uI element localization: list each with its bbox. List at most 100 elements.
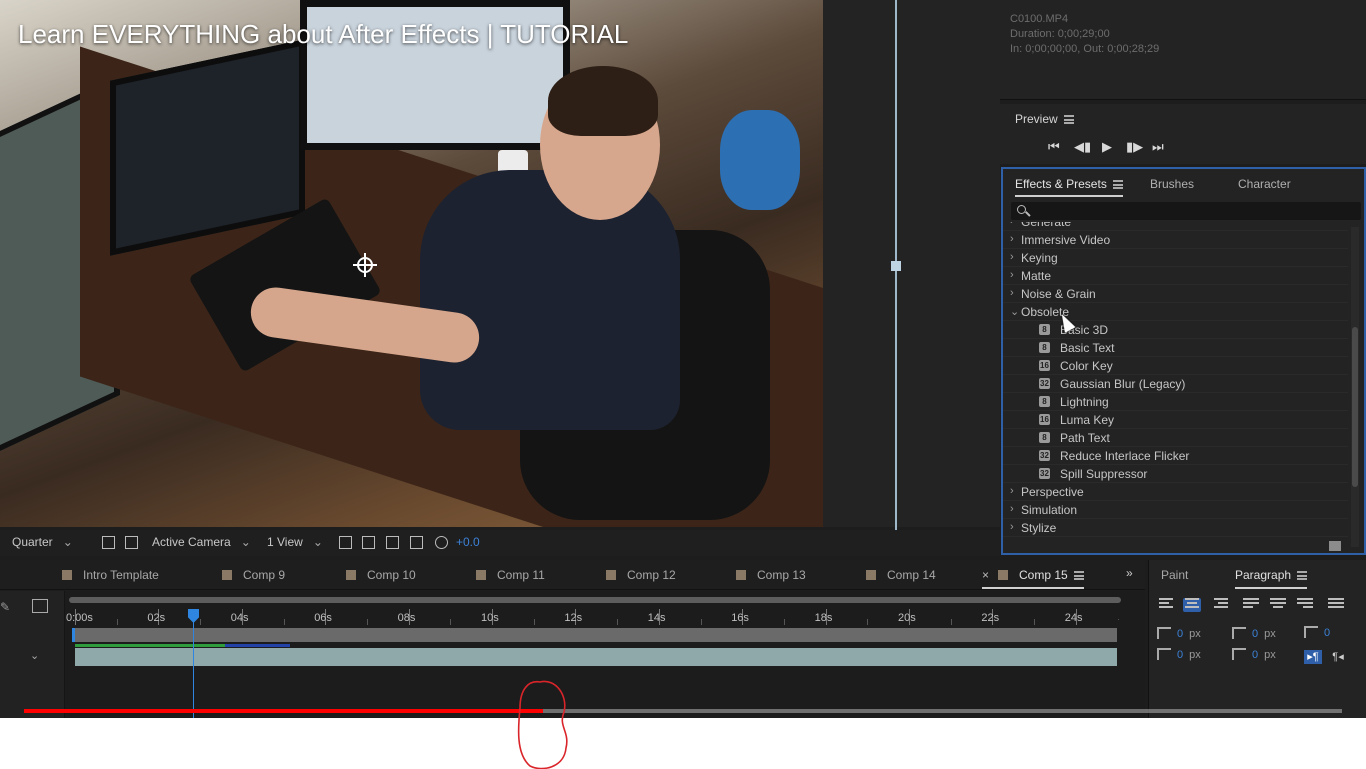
chevron-right-icon[interactable]: ›: [1010, 251, 1014, 263]
scrollbar-thumb[interactable]: [1352, 327, 1358, 487]
effect-item[interactable]: 16 Color Key: [1003, 357, 1348, 375]
play-icon[interactable]: ▶: [1102, 139, 1112, 155]
tab-comp[interactable]: × Comp 15: [982, 568, 1084, 589]
align-right-button[interactable]: [1210, 598, 1228, 612]
chevron-down-icon[interactable]: ⌄: [30, 649, 39, 662]
tab-comp[interactable]: Comp 10: [346, 568, 416, 582]
transparency-grid-icon[interactable]: [125, 536, 138, 549]
effects-search[interactable]: [1011, 202, 1361, 220]
effect-item[interactable]: 8 Path Text: [1003, 429, 1348, 447]
indent-left-value[interactable]: 0: [1177, 628, 1183, 640]
camera-dropdown[interactable]: Active Camera: [152, 535, 251, 549]
pixel-aspect-icon[interactable]: [339, 536, 352, 549]
reset-exposure-icon[interactable]: [435, 536, 448, 549]
anchor-point-icon[interactable]: [353, 253, 377, 277]
ltr-direction-icon[interactable]: ▸¶: [1304, 650, 1322, 664]
effect-item[interactable]: 32 Spill Suppressor: [1003, 465, 1348, 483]
justify-last-right-button[interactable]: [1297, 598, 1315, 612]
tab-comp[interactable]: Comp 9: [222, 568, 285, 582]
time-ruler[interactable]: 0:00s 02s 04s 06s 08s 10s 12s 14s 16s 18s 20s 22s 24…: [66, 597, 1125, 627]
new-item-icon[interactable]: [1329, 541, 1341, 551]
tab-comp[interactable]: Comp 13: [736, 568, 806, 582]
layer-handle[interactable]: [891, 261, 901, 271]
layer-bar[interactable]: [75, 648, 1123, 666]
flowchart-icon[interactable]: [410, 536, 423, 549]
effect-category[interactable]: › Immersive Video: [1003, 231, 1348, 249]
chevron-right-icon[interactable]: ›: [1010, 485, 1014, 497]
chevron-right-icon[interactable]: ›: [1010, 503, 1014, 515]
panel-menu-icon[interactable]: [1063, 115, 1074, 125]
last-frame-icon[interactable]: ⏭: [1152, 139, 1164, 155]
more-tabs-icon[interactable]: »: [1126, 566, 1133, 580]
effects-search-input[interactable]: [1035, 202, 1345, 220]
region-of-interest-icon[interactable]: [102, 536, 115, 549]
chevron-right-icon[interactable]: ›: [1010, 269, 1014, 281]
first-line-indent-value[interactable]: 0: [1324, 627, 1330, 639]
effect-category[interactable]: › Noise & Grain: [1003, 285, 1348, 303]
align-center-button[interactable]: [1183, 598, 1201, 612]
preview-panel-title[interactable]: Preview: [1015, 112, 1074, 126]
justify-last-center-button[interactable]: [1270, 598, 1288, 612]
align-left-button[interactable]: [1159, 598, 1177, 612]
indent-right-value[interactable]: 0: [1177, 649, 1183, 661]
work-area-bar[interactable]: [69, 597, 1121, 603]
tab-brushes[interactable]: Brushes: [1150, 177, 1194, 191]
tab-comp[interactable]: Comp 11: [476, 568, 545, 582]
justify-last-left-button[interactable]: [1243, 598, 1261, 612]
video-progress-bar[interactable]: [24, 709, 1342, 713]
effect-item[interactable]: 16 Luma Key: [1003, 411, 1348, 429]
effect-item[interactable]: 8 Basic Text: [1003, 339, 1348, 357]
close-icon[interactable]: ×: [982, 568, 989, 582]
justify-all-button[interactable]: [1328, 598, 1346, 612]
exposure-value[interactable]: +0.0: [456, 535, 480, 549]
tab-comp[interactable]: Comp 12: [606, 568, 676, 582]
chevron-right-icon[interactable]: ›: [1010, 287, 1014, 299]
effect-category[interactable]: › Perspective: [1003, 483, 1348, 501]
brush-icon[interactable]: ✎: [0, 600, 10, 614]
space-before-value[interactable]: 0: [1252, 628, 1258, 640]
effect-item[interactable]: 8 Lightning: [1003, 393, 1348, 411]
effect-category[interactable]: › Generate: [1003, 222, 1348, 231]
tab-comp[interactable]: Intro Template: [62, 568, 159, 582]
first-line-indent-field[interactable]: 0: [1304, 626, 1336, 639]
chevron-right-icon[interactable]: ›: [1010, 233, 1014, 245]
view-layout-dropdown[interactable]: 1 View: [267, 535, 323, 549]
panel-menu-icon[interactable]: [1073, 571, 1084, 581]
space-after-field[interactable]: 0 px: [1232, 648, 1276, 661]
tab-paragraph[interactable]: Paragraph: [1235, 568, 1308, 589]
effect-category[interactable]: › Keying: [1003, 249, 1348, 267]
video-title[interactable]: Learn EVERYTHING about After Effects | T…: [18, 19, 628, 50]
effect-category[interactable]: › Simulation: [1003, 501, 1348, 519]
indent-left-field[interactable]: 0 px: [1157, 627, 1201, 640]
chevron-right-icon[interactable]: ›: [1010, 521, 1014, 533]
comp-duration-bar[interactable]: [72, 628, 1122, 642]
space-before-field[interactable]: 0 px: [1232, 627, 1276, 640]
fast-previews-icon[interactable]: [362, 536, 375, 549]
next-frame-icon[interactable]: ▮▶: [1126, 139, 1143, 155]
indent-right-field[interactable]: 0 px: [1157, 648, 1201, 661]
first-frame-icon[interactable]: ⏮: [1048, 139, 1060, 155]
video-frame[interactable]: Learn EVERYTHING about After Effects | T…: [0, 0, 1366, 718]
effect-category[interactable]: › Matte: [1003, 267, 1348, 285]
panel-menu-icon[interactable]: [1297, 571, 1308, 581]
panel-menu-icon[interactable]: [1112, 180, 1123, 190]
graph-editor-icon[interactable]: [32, 599, 48, 613]
chevron-down-icon[interactable]: ⌄: [1010, 305, 1019, 318]
effect-item[interactable]: 32 Reduce Interlace Flicker: [1003, 447, 1348, 465]
tab-effects-presets[interactable]: Effects & Presets: [1015, 177, 1123, 197]
prev-frame-icon[interactable]: ◀▮: [1074, 139, 1091, 155]
effect-item[interactable]: 8 Basic 3D: [1003, 321, 1348, 339]
effect-item[interactable]: 32 Gaussian Blur (Legacy): [1003, 375, 1348, 393]
tab-paint[interactable]: Paint: [1161, 568, 1188, 582]
space-after-value[interactable]: 0: [1252, 649, 1258, 661]
timeline-icon[interactable]: [386, 536, 399, 549]
effect-category[interactable]: ⌄ Obsolete: [1003, 303, 1348, 321]
effects-scrollbar[interactable]: [1351, 227, 1359, 547]
chevron-right-icon[interactable]: ›: [1010, 222, 1014, 227]
resolution-dropdown[interactable]: Quarter: [12, 535, 73, 549]
effect-category[interactable]: › Stylize: [1003, 519, 1348, 537]
tab-comp[interactable]: Comp 14: [866, 568, 936, 582]
tab-character[interactable]: Character: [1238, 177, 1291, 191]
rtl-direction-icon[interactable]: ¶◂: [1329, 650, 1347, 664]
composition-viewer[interactable]: [0, 0, 823, 527]
